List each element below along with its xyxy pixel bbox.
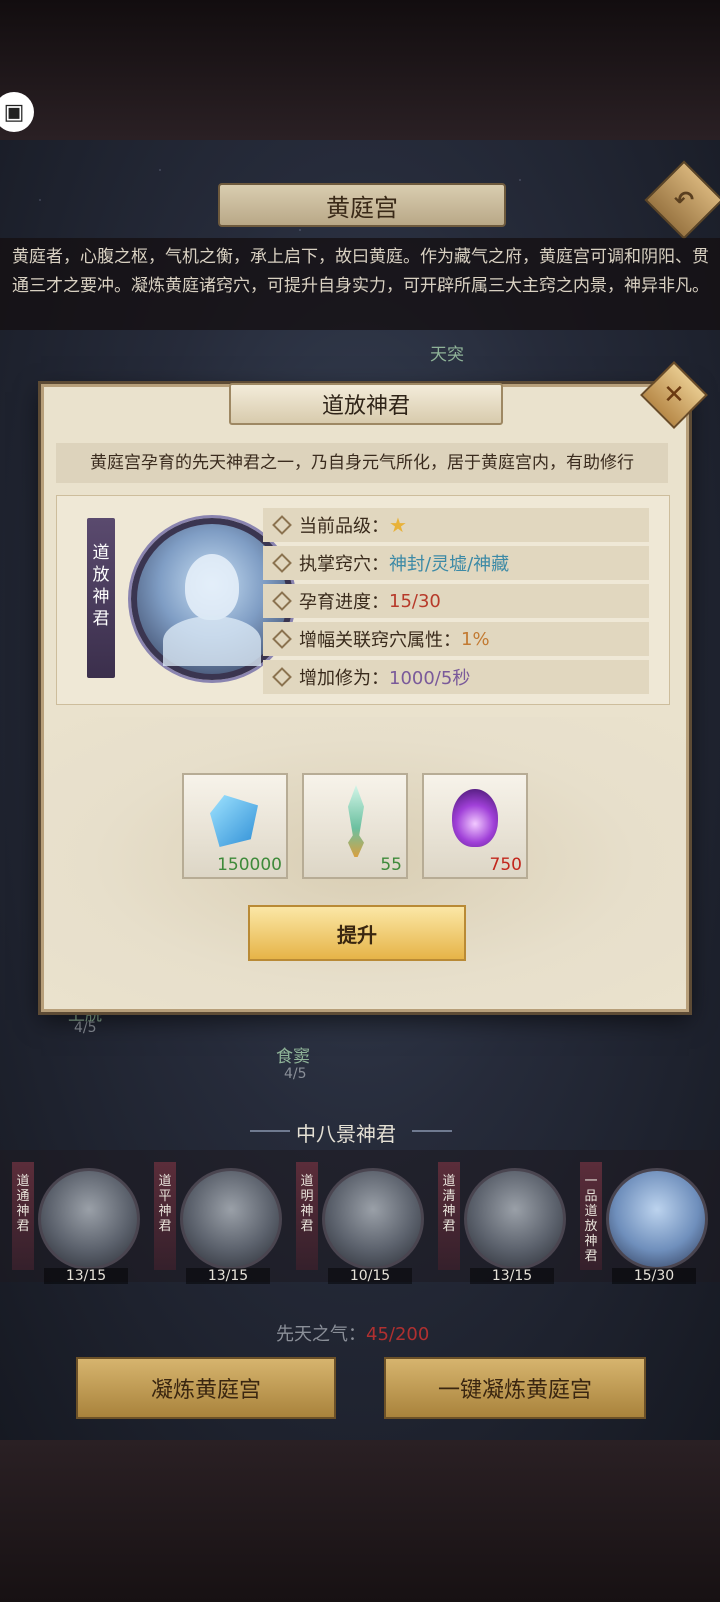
jade-sword-icon — [348, 785, 364, 857]
stat-value: 15/30 — [389, 590, 441, 612]
page-title: 黄庭宫 — [326, 193, 398, 222]
top-bar — [0, 0, 720, 140]
section-divider-left — [250, 1130, 290, 1132]
stat-value: 1000/5秒 — [389, 668, 471, 689]
portrait-body — [163, 616, 261, 666]
deity-progress: 13/15 — [186, 1268, 270, 1284]
cost-quantity: 150000 — [217, 855, 282, 875]
stat-value: 1% — [461, 628, 490, 650]
diamond-bullet-icon — [272, 629, 292, 649]
cost-item-sword[interactable]: 55 — [302, 773, 408, 879]
bottom-area — [0, 1440, 720, 1602]
deity-portrait — [606, 1168, 708, 1270]
palace-description: 黄庭者，心腹之枢，气机之衡，承上启下，故曰黄庭。作为藏气之府，黄庭宫可调和阴阳、… — [12, 247, 709, 296]
node-shidou-count: 4/5 — [284, 1066, 307, 1082]
deity-name: 一品道放神君 — [584, 1174, 598, 1264]
deity-progress: 10/15 — [328, 1268, 412, 1284]
stat-label: 增幅关联窍穴属性： — [299, 630, 461, 651]
deity-portrait — [180, 1168, 282, 1270]
deity-slot[interactable]: 道通神君 13/15 — [8, 1160, 148, 1284]
cost-item-crystal[interactable]: 150000 — [182, 773, 288, 879]
deity-slot[interactable]: 道清神君 13/15 — [434, 1160, 574, 1284]
upgrade-button[interactable]: 提升 — [248, 905, 466, 961]
deity-modal: 道放神君 ✕ 黄庭宫孕育的先天神君之一，乃自身元气所化，居于黄庭宫内，有助修行 … — [41, 361, 708, 1012]
star-icon: ★ — [389, 513, 407, 537]
innate-qi-value: 45/200 — [366, 1324, 430, 1345]
stat-grade: 当前品级： ★ — [263, 508, 649, 542]
deity-portrait — [322, 1168, 424, 1270]
section-divider-right — [412, 1130, 452, 1132]
node-tiantu-label[interactable]: 天突 — [430, 340, 464, 365]
section-title: 中八景神君 — [296, 1122, 396, 1146]
page-title-plaque: 黄庭宫 — [218, 183, 506, 227]
deity-name: 道明神君 — [300, 1174, 314, 1234]
blue-crystal-icon — [210, 795, 258, 847]
close-icon: ✕ — [663, 380, 685, 410]
deity-info-panel: 道放神君 当前品级： ★ 执掌窍穴： 神封/灵墟/神藏 孕育进度： 15/30 … — [56, 495, 670, 705]
diamond-bullet-icon — [272, 515, 292, 535]
portrait-head — [185, 554, 239, 620]
stat-label: 孕育进度： — [299, 592, 389, 613]
cost-area: 150000 55 750 — [44, 717, 686, 1007]
modal-title-plaque: 道放神君 — [229, 383, 503, 425]
deity-slot[interactable]: 一品道放神君 15/30 — [576, 1160, 716, 1284]
deity-name: 道清神君 — [442, 1174, 456, 1234]
cost-item-flame[interactable]: 750 — [422, 773, 528, 879]
innate-qi: 先天之气：45/200 — [276, 1320, 429, 1346]
purple-flame-icon — [452, 789, 498, 847]
portrait-name: 道放神君 — [92, 543, 110, 629]
node-shidou-label[interactable]: 食窦 — [276, 1042, 310, 1067]
stat-cultivation: 增加修为： 1000/5秒 — [263, 660, 649, 694]
deity-name: 道平神君 — [158, 1174, 172, 1234]
diamond-bullet-icon — [272, 553, 292, 573]
deity-name: 道通神君 — [16, 1174, 30, 1234]
stat-label: 当前品级： — [299, 516, 389, 537]
cost-quantity: 55 — [380, 855, 402, 875]
node-shangwan-count: 4/5 — [74, 1020, 97, 1036]
stat-progress: 孕育进度： 15/30 — [263, 584, 649, 618]
innate-qi-label: 先天之气： — [276, 1324, 366, 1345]
refine-button[interactable]: 凝炼黄庭宫 — [76, 1357, 336, 1419]
diamond-bullet-icon — [272, 591, 292, 611]
stat-label: 执掌窍穴： — [299, 554, 389, 575]
stat-label: 增加修为： — [299, 668, 389, 689]
cost-quantity: 750 — [489, 855, 522, 875]
deity-progress: 15/30 — [612, 1268, 696, 1284]
deity-portrait — [464, 1168, 566, 1270]
modal-description: 黄庭宫孕育的先天神君之一，乃自身元气所化，居于黄庭宫内，有助修行 — [56, 443, 668, 483]
deity-portrait — [38, 1168, 140, 1270]
stat-acupoints: 执掌窍穴： 神封/灵墟/神藏 — [263, 546, 649, 580]
stat-value: 神封/灵墟/神藏 — [389, 554, 510, 575]
back-arrow-icon: ↶ — [673, 185, 695, 214]
one-key-refine-button[interactable]: 一键凝炼黄庭宫 — [384, 1357, 646, 1419]
deity-progress: 13/15 — [470, 1268, 554, 1284]
stat-amplify: 增幅关联窍穴属性： 1% — [263, 622, 649, 656]
deity-slot[interactable]: 道平神君 13/15 — [150, 1160, 290, 1284]
diamond-bullet-icon — [272, 667, 292, 687]
deity-progress: 13/15 — [44, 1268, 128, 1284]
deity-slot[interactable]: 道明神君 10/15 — [292, 1160, 432, 1284]
modal-title: 道放神君 — [321, 394, 410, 419]
